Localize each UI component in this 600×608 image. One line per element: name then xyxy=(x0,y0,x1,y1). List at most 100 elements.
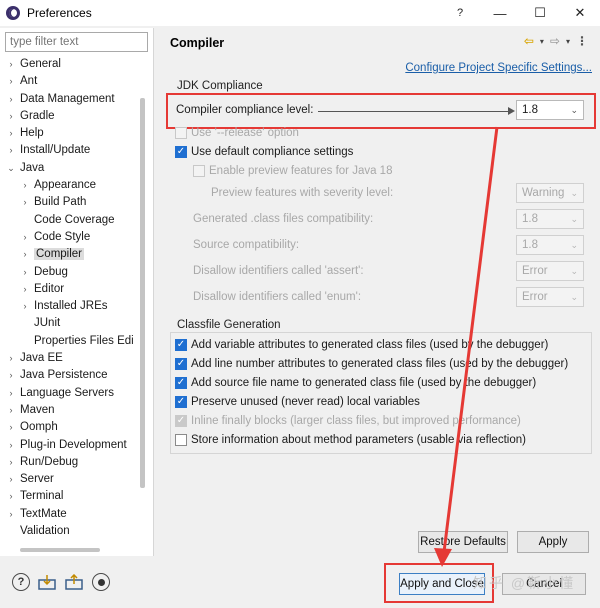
chevron-right-icon[interactable]: › xyxy=(6,488,16,505)
classfile-option-checkbox[interactable] xyxy=(175,339,187,351)
tree-item[interactable]: › TextMate xyxy=(0,506,142,523)
apply-button[interactable]: Apply xyxy=(517,531,589,553)
tree-item[interactable]: › Code Style xyxy=(0,229,142,246)
classfile-option-label: Preserve unused (never read) local varia… xyxy=(191,396,420,408)
classfile-option-checkbox[interactable] xyxy=(175,377,187,389)
enum-identifier-select[interactable]: Error ⌄ xyxy=(516,287,584,307)
tree-item[interactable]: › Terminal xyxy=(0,488,142,505)
generated-compat-select[interactable]: 1.8 ⌄ xyxy=(516,209,584,229)
chevron-right-icon[interactable]: › xyxy=(20,246,30,263)
minimize-button[interactable]: — xyxy=(480,0,520,26)
eclipse-icon xyxy=(6,6,20,20)
chevron-right-icon[interactable]: › xyxy=(6,73,16,90)
chevron-right-icon[interactable]: › xyxy=(6,454,16,471)
chevron-right-icon[interactable]: › xyxy=(20,298,30,315)
chevron-right-icon[interactable]: › xyxy=(20,194,30,211)
configure-project-settings-link[interactable]: Configure Project Specific Settings... xyxy=(405,62,592,74)
tree-item[interactable]: › Language Servers xyxy=(0,385,142,402)
maximize-button[interactable]: ☐ xyxy=(520,0,560,26)
classfile-option-checkbox[interactable] xyxy=(175,396,187,408)
tree-item[interactable]: Validation xyxy=(0,523,142,540)
tree-item[interactable]: › Gradle xyxy=(0,108,142,125)
tree-item-label: Debug xyxy=(34,265,68,278)
assert-identifier-select[interactable]: Error ⌄ xyxy=(516,261,584,281)
release-option-checkbox[interactable] xyxy=(175,127,187,139)
classfile-option-row[interactable]: Add line number attributes to generated … xyxy=(175,355,568,373)
chevron-right-icon[interactable]: › xyxy=(20,264,30,281)
chevron-right-icon[interactable]: › xyxy=(20,229,30,246)
tree-item[interactable]: › Build Path xyxy=(0,194,142,211)
tree-item[interactable]: › Debug xyxy=(0,264,142,281)
chevron-right-icon[interactable]: › xyxy=(6,350,16,367)
classfile-option-checkbox[interactable] xyxy=(175,358,187,370)
view-menu-icon[interactable]: ⋮ xyxy=(576,34,588,48)
chevron-right-icon[interactable]: › xyxy=(6,385,16,402)
tree-item[interactable]: › Appearance xyxy=(0,177,142,194)
tree-item[interactable]: › Run/Debug xyxy=(0,454,142,471)
chevron-right-icon[interactable]: › xyxy=(6,56,16,73)
chevron-right-icon[interactable]: › xyxy=(6,506,16,523)
help-icon[interactable]: ? xyxy=(440,0,480,26)
close-button[interactable]: ✕ xyxy=(560,0,600,26)
back-dropdown-icon[interactable]: ▾ xyxy=(540,37,544,46)
use-default-row[interactable]: Use default compliance settings xyxy=(175,143,353,161)
classfile-option-row[interactable]: Store information about method parameter… xyxy=(175,431,526,449)
chevron-right-icon[interactable]: › xyxy=(6,437,16,454)
tree-item[interactable]: Properties Files Edi xyxy=(0,333,142,350)
tree-item[interactable]: › Java EE xyxy=(0,350,142,367)
back-arrow-icon[interactable]: ⇦ xyxy=(524,34,534,48)
tree-item[interactable]: › Oomph xyxy=(0,419,142,436)
restore-defaults-button[interactable]: Restore Defaults xyxy=(418,531,508,553)
filter-input[interactable] xyxy=(5,32,148,52)
tree-horizontal-scrollbar[interactable] xyxy=(20,548,100,552)
classfile-option-row[interactable]: Preserve unused (never read) local varia… xyxy=(175,393,420,411)
source-compat-select[interactable]: 1.8 ⌄ xyxy=(516,235,584,255)
enable-preview-checkbox[interactable] xyxy=(193,165,205,177)
tree-item[interactable]: ⌄ Java xyxy=(0,160,142,177)
tree-vertical-scrollbar[interactable] xyxy=(140,98,145,488)
preview-severity-select[interactable]: Warning ⌄ xyxy=(516,183,584,203)
chevron-right-icon[interactable]: › xyxy=(6,108,16,125)
chevron-right-icon[interactable]: › xyxy=(20,281,30,298)
tree-item[interactable]: › Help xyxy=(0,125,142,142)
classfile-option-checkbox[interactable] xyxy=(175,415,187,427)
chevron-right-icon[interactable]: › xyxy=(6,402,16,419)
page-nav: ⇦ ▾ ⇨ ▾ ⋮ xyxy=(524,34,588,48)
tree-item[interactable]: › Install/Update xyxy=(0,142,142,159)
tree-item[interactable]: › Server xyxy=(0,471,142,488)
chevron-right-icon[interactable]: › xyxy=(6,125,16,142)
chevron-right-icon[interactable]: › xyxy=(6,419,16,436)
use-default-checkbox[interactable] xyxy=(175,146,187,158)
chevron-right-icon[interactable]: › xyxy=(6,471,16,488)
record-icon[interactable] xyxy=(92,573,110,591)
release-option-row[interactable]: Use '--release' option xyxy=(175,124,299,142)
tree-item[interactable]: JUnit xyxy=(0,315,142,332)
tree-item[interactable]: › Data Management xyxy=(0,91,142,108)
tree-item[interactable]: › General xyxy=(0,56,142,73)
chevron-right-icon[interactable]: › xyxy=(6,91,16,108)
forward-arrow-icon[interactable]: ⇨ xyxy=(550,34,560,48)
tree-item[interactable]: › Ant xyxy=(0,73,142,90)
enable-preview-row[interactable]: Enable preview features for Java 18 xyxy=(193,162,392,180)
tree-item[interactable]: › Plug-in Development xyxy=(0,437,142,454)
import-icon[interactable] xyxy=(38,573,56,591)
classfile-option-label: Add variable attributes to generated cla… xyxy=(191,339,549,351)
tree-item[interactable]: Code Coverage xyxy=(0,212,142,229)
source-compat-label: Source compatibility: xyxy=(193,239,300,251)
chevron-down-icon[interactable]: ⌄ xyxy=(6,160,16,177)
classfile-option-row[interactable]: Add variable attributes to generated cla… xyxy=(175,336,548,354)
tree-item[interactable]: › Editor xyxy=(0,281,142,298)
classfile-option-row[interactable]: Inline finally blocks (larger class file… xyxy=(175,412,521,430)
help-icon[interactable]: ? xyxy=(12,573,30,591)
export-icon[interactable] xyxy=(65,573,83,591)
chevron-right-icon[interactable]: › xyxy=(20,177,30,194)
tree-item[interactable]: › Java Persistence xyxy=(0,367,142,384)
classfile-option-checkbox[interactable] xyxy=(175,434,187,446)
classfile-option-row[interactable]: Add source file name to generated class … xyxy=(175,374,536,392)
tree-item[interactable]: › Installed JREs xyxy=(0,298,142,315)
chevron-right-icon[interactable]: › xyxy=(6,367,16,384)
chevron-right-icon[interactable]: › xyxy=(6,142,16,159)
tree-item[interactable]: › Maven xyxy=(0,402,142,419)
forward-dropdown-icon[interactable]: ▾ xyxy=(566,37,570,46)
tree-item[interactable]: › Compiler xyxy=(0,246,142,263)
